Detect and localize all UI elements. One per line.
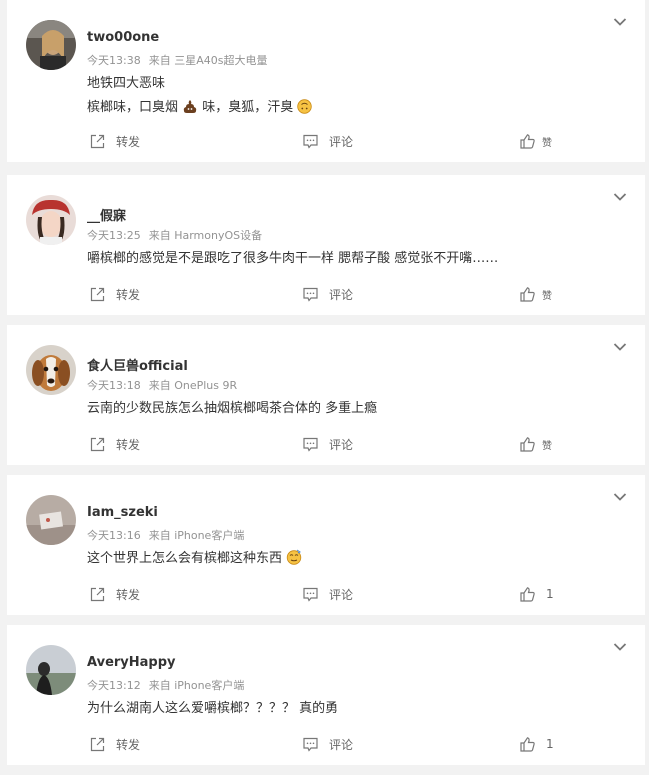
- comment-feed: two00one 今天13:38 来自 三星A40s超大电量 地铁四大恶味 槟榔味…: [0, 0, 649, 775]
- username[interactable]: __假寐: [87, 205, 126, 224]
- comment-text: 槟榔味，口臭烟 味，臭狐，汗臭: [87, 96, 313, 115]
- timestamp: 今天13:25: [87, 229, 141, 242]
- comment-text-part: 这个世界上怎么会有槟榔这种东西: [87, 551, 283, 566]
- comment-label: 评论: [329, 737, 354, 752]
- like-button[interactable]: 赞: [519, 130, 552, 152]
- like-button[interactable]: 1: [519, 583, 554, 605]
- comment-button[interactable]: 评论: [302, 433, 353, 455]
- comment-button[interactable]: 评论: [302, 283, 353, 305]
- chevron-down-icon[interactable]: [613, 342, 627, 352]
- share-icon: [90, 287, 105, 301]
- timestamp: 今天13:38: [87, 54, 141, 67]
- comment-card: __假寐 今天13:25 来自 HarmonyOS设备 嚼槟榔的感觉是不是跟吃了很…: [7, 175, 645, 315]
- share-button[interactable]: 转发: [89, 283, 140, 305]
- comment-text-part: 槟榔味，口臭烟: [87, 100, 179, 115]
- comment-text: 云南的少数民族怎么抽烟槟榔喝茶合体的 多重上瘾: [87, 401, 378, 416]
- chevron-down-icon[interactable]: [613, 192, 627, 202]
- comment-text: 为什么湖南人这么爱嚼槟榔？？？？ 真的勇: [87, 701, 339, 716]
- comment-button[interactable]: 评论: [302, 733, 353, 755]
- comment-icon: [303, 134, 318, 149]
- comment-button[interactable]: 评论: [302, 583, 353, 605]
- avatar[interactable]: [26, 645, 76, 695]
- comment-icon: [303, 737, 318, 752]
- device-source: 来自 HarmonyOS设备: [148, 229, 263, 242]
- share-icon: [90, 737, 105, 751]
- chevron-down-icon[interactable]: [613, 17, 627, 27]
- comment-card: 食人巨兽official 今天13:18 来自 OnePlus 9R 云南的少数民…: [7, 325, 645, 465]
- comment-label: 评论: [329, 587, 354, 602]
- avatar[interactable]: [26, 20, 76, 70]
- username[interactable]: two00one: [87, 30, 159, 45]
- timestamp: 今天13:18: [87, 379, 141, 392]
- share-button[interactable]: 转发: [89, 130, 140, 152]
- username[interactable]: 食人巨兽official: [87, 355, 188, 374]
- share-icon: [90, 437, 105, 451]
- comment-label: 评论: [329, 437, 354, 452]
- action-bar: 转发 评论 赞: [7, 283, 645, 305]
- comment-meta: 今天13:16 来自 iPhone客户端: [87, 527, 244, 543]
- share-icon: [90, 134, 105, 148]
- share-label: 转发: [116, 587, 141, 602]
- thumbs-up-icon: [520, 286, 535, 302]
- share-label: 转发: [116, 287, 141, 302]
- action-bar: 转发 评论 1: [7, 583, 645, 605]
- comment-meta: 今天13:12 来自 iPhone客户端: [87, 677, 244, 693]
- like-button[interactable]: 1: [519, 733, 554, 755]
- like-button[interactable]: 赞: [519, 283, 552, 305]
- comment-card: two00one 今天13:38 来自 三星A40s超大电量 地铁四大恶味 槟榔味…: [7, 0, 645, 162]
- share-label: 转发: [116, 737, 141, 752]
- comment-meta: 今天13:25 来自 HarmonyOS设备: [87, 227, 262, 243]
- comment-text-part: 味，臭狐，汗臭: [202, 100, 294, 115]
- avatar[interactable]: [26, 495, 76, 545]
- comment-text: 嚼槟榔的感觉是不是跟吃了很多牛肉干一样 腮帮子酸 感觉张不开嘴……: [87, 251, 499, 266]
- like-count: 1: [546, 737, 554, 751]
- comment-button[interactable]: 评论: [302, 130, 353, 152]
- device-source: 来自 OnePlus 9R: [148, 379, 238, 392]
- like-count: 1: [546, 587, 554, 601]
- thumbs-up-icon: [520, 133, 535, 149]
- username[interactable]: Iam_szeki: [87, 505, 158, 520]
- username[interactable]: AveryHappy: [87, 655, 176, 670]
- comment-meta: 今天13:18 来自 OnePlus 9R: [87, 377, 237, 393]
- like-label: 赞: [542, 290, 552, 302]
- poop-emoji-icon: [183, 100, 197, 113]
- action-bar: 转发 评论 1: [7, 733, 645, 755]
- comment-icon: [303, 287, 318, 302]
- comment-label: 评论: [329, 287, 354, 302]
- chevron-down-icon[interactable]: [613, 492, 627, 502]
- comment-text: 这个世界上怎么会有槟榔这种东西: [87, 547, 302, 566]
- comment-icon: [303, 587, 318, 602]
- device-source: 来自 iPhone客户端: [148, 679, 245, 692]
- comment-label: 评论: [329, 134, 354, 149]
- action-bar: 转发 评论 赞: [7, 130, 645, 152]
- like-label: 赞: [542, 137, 552, 149]
- thumbs-up-icon: [520, 586, 535, 602]
- comment-text: 地铁四大恶味: [87, 76, 166, 91]
- device-source: 来自 iPhone客户端: [148, 529, 245, 542]
- comment-card: AveryHappy 今天13:12 来自 iPhone客户端 为什么湖南人这么爱…: [7, 625, 645, 765]
- comment-card: Iam_szeki 今天13:16 来自 iPhone客户端 这个世界上怎么会有槟…: [7, 475, 645, 615]
- upside-down-face-emoji-icon: [297, 99, 313, 114]
- share-button[interactable]: 转发: [89, 433, 140, 455]
- share-label: 转发: [116, 134, 141, 149]
- thumbs-up-icon: [520, 436, 535, 452]
- comment-icon: [303, 437, 318, 452]
- like-label: 赞: [542, 440, 552, 452]
- avatar[interactable]: [26, 195, 76, 245]
- action-bar: 转发 评论 赞: [7, 433, 645, 455]
- like-button[interactable]: 赞: [519, 433, 552, 455]
- avatar[interactable]: [26, 345, 76, 395]
- share-icon: [90, 587, 105, 601]
- share-button[interactable]: 转发: [89, 733, 140, 755]
- dizzy-face-emoji-icon: [286, 549, 302, 565]
- share-label: 转发: [116, 437, 141, 452]
- timestamp: 今天13:16: [87, 529, 141, 542]
- comment-meta: 今天13:38 来自 三星A40s超大电量: [87, 52, 267, 68]
- chevron-down-icon[interactable]: [613, 642, 627, 652]
- timestamp: 今天13:12: [87, 679, 141, 692]
- share-button[interactable]: 转发: [89, 583, 140, 605]
- thumbs-up-icon: [520, 736, 535, 752]
- device-source: 来自 三星A40s超大电量: [148, 54, 268, 67]
